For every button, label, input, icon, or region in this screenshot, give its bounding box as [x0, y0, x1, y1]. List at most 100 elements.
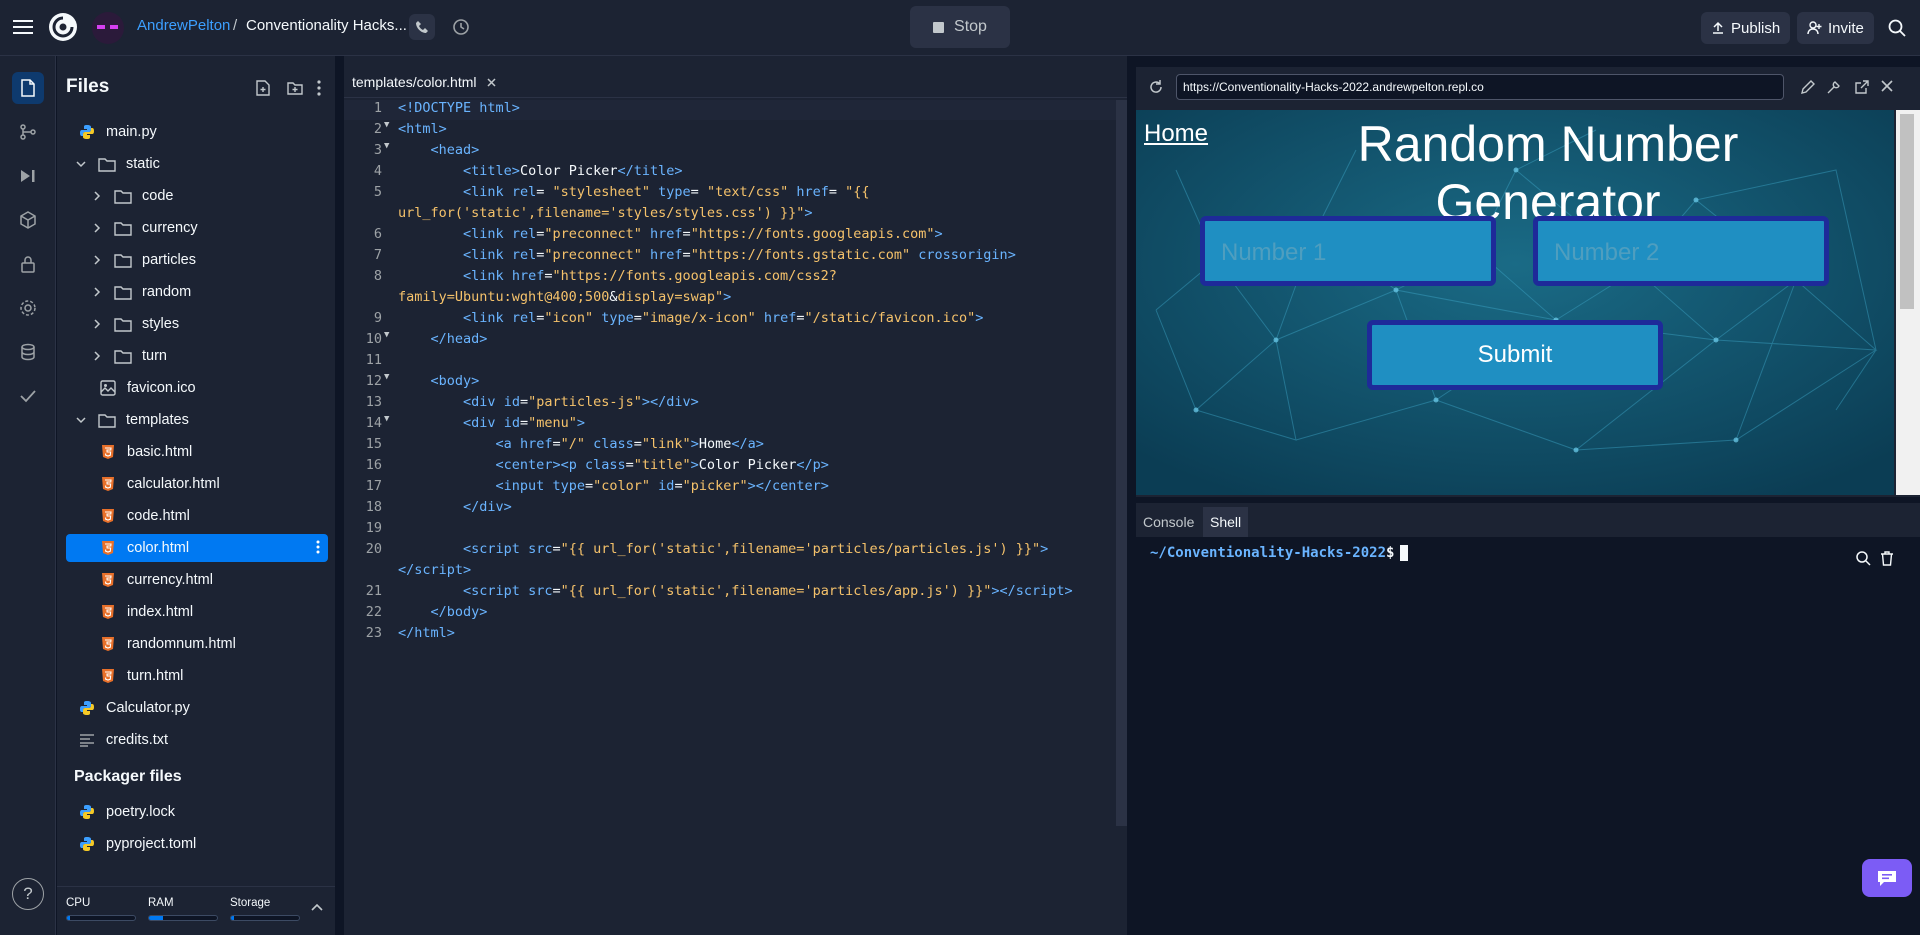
fold-arrow-icon[interactable]: ▼: [384, 330, 389, 340]
history-icon[interactable]: [450, 16, 472, 38]
code-line: <link rel="preconnect" href="https://fon…: [463, 247, 1016, 263]
file-tree-item[interactable]: random: [66, 278, 328, 306]
file-tree-item[interactable]: templates: [66, 406, 328, 434]
file-tree-item[interactable]: currency.html: [66, 566, 328, 594]
search-icon[interactable]: [1856, 551, 1871, 566]
avatar[interactable]: [92, 12, 124, 44]
edit-pencil-icon[interactable]: [1800, 79, 1816, 95]
resource-usage: CPU RAM Storage: [57, 886, 335, 935]
file-tree-item[interactable]: randomnum.html: [66, 630, 328, 658]
folder-icon: [114, 315, 132, 333]
terminal-cursor: [1400, 545, 1409, 561]
breadcrumb-user-link[interactable]: AndrewPelton: [137, 17, 230, 34]
fold-arrow-icon[interactable]: ▼: [384, 414, 389, 424]
chevron-down-icon[interactable]: [74, 157, 88, 171]
open-new-tab-icon[interactable]: [1854, 79, 1870, 95]
devtools-wrench-icon[interactable]: [1826, 79, 1842, 95]
site-home-link[interactable]: Home: [1144, 120, 1208, 148]
webview-scrollbar[interactable]: [1896, 110, 1920, 495]
file-tree-item[interactable]: basic.html: [66, 438, 328, 466]
file-tree-item[interactable]: styles: [66, 310, 328, 338]
packager-file-item[interactable]: pyproject.toml: [66, 830, 328, 858]
debugger-icon[interactable]: [12, 160, 44, 192]
shell-terminal[interactable]: ~/Conventionality-Hacks-2022$: [1136, 537, 1920, 935]
file-tree-item[interactable]: currency: [66, 214, 328, 242]
file-tree-item[interactable]: index.html: [66, 598, 328, 626]
file-tree-item[interactable]: color.html: [66, 534, 328, 562]
packages-icon[interactable]: [12, 204, 44, 236]
site-preview: Home Random Number Generator Number 1 Nu…: [1136, 110, 1894, 495]
file-tree-item[interactable]: turn.html: [66, 662, 328, 690]
file-tree-item[interactable]: particles: [66, 246, 328, 274]
file-tree-item[interactable]: code: [66, 182, 328, 210]
chevron-right-icon[interactable]: [90, 221, 104, 235]
publish-button[interactable]: Publish: [1701, 12, 1791, 44]
chevron-right-icon[interactable]: [90, 317, 104, 331]
file-tree-item[interactable]: code.html: [66, 502, 328, 530]
packager-files-title: Packager files: [74, 768, 182, 785]
file-tree-item[interactable]: calculator.html: [66, 470, 328, 498]
file-tree-item[interactable]: favicon.ico: [66, 374, 328, 402]
refresh-icon[interactable]: [1148, 79, 1164, 95]
help-icon[interactable]: ?: [12, 878, 44, 910]
chat-feedback-button[interactable]: [1862, 859, 1912, 897]
line-number: 10: [365, 331, 382, 347]
tab-shell[interactable]: Shell: [1203, 507, 1249, 537]
close-tab-icon[interactable]: [486, 77, 496, 87]
invite-button[interactable]: Invite: [1797, 12, 1874, 44]
chevron-right-icon[interactable]: [90, 349, 104, 363]
voice-call-icon[interactable]: [409, 14, 435, 40]
code-area[interactable]: 1 2 3 4 5 6 7 8 9 10 11 12 13 14 15 16 17 18 19 20 21 22 23 ▼ …: [344, 100, 1119, 880]
code-line: <div id="particles-js"></div>: [463, 394, 699, 410]
database-icon[interactable]: [12, 336, 44, 368]
git-branch-icon[interactable]: [12, 116, 44, 148]
url-input[interactable]: https://Conventionality-Hacks-2022.andre…: [1176, 74, 1784, 100]
chevron-down-icon[interactable]: [74, 413, 88, 427]
folder-icon: [98, 155, 116, 173]
code-line: </html>: [398, 625, 455, 641]
line-number: 17: [365, 478, 382, 494]
chevron-right-icon[interactable]: [90, 253, 104, 267]
secrets-lock-icon[interactable]: [12, 248, 44, 280]
tab-console[interactable]: Console: [1136, 507, 1201, 537]
repl-name[interactable]: Conventionality Hacks...: [246, 17, 407, 34]
file-tree-item[interactable]: Calculator.py: [66, 694, 328, 722]
file-tree-item[interactable]: main.py: [66, 118, 328, 146]
stop-button[interactable]: Stop: [910, 6, 1010, 48]
fold-arrow-icon[interactable]: ▼: [384, 372, 389, 382]
files-tool-icon[interactable]: [12, 72, 44, 104]
close-icon[interactable]: [1881, 80, 1893, 92]
editor-tab[interactable]: templates/color.html: [344, 66, 504, 98]
checkmark-icon[interactable]: [12, 380, 44, 412]
new-file-icon[interactable]: [253, 78, 273, 98]
editor-scrollbar[interactable]: [1116, 100, 1127, 826]
new-folder-icon[interactable]: [285, 78, 305, 98]
site-submit-button[interactable]: Submit: [1367, 320, 1663, 390]
chevron-right-icon[interactable]: [90, 189, 104, 203]
number2-input[interactable]: Number 2: [1533, 216, 1829, 286]
clear-trash-icon[interactable]: [1880, 551, 1894, 566]
code-line: url_for('static',filename='styles/styles…: [398, 205, 813, 221]
code-line: <!DOCTYPE html>: [398, 100, 520, 116]
chevron-right-icon[interactable]: [90, 285, 104, 299]
upload-icon: [1711, 21, 1725, 35]
storage-label: Storage: [230, 897, 271, 909]
folder-icon: [114, 283, 132, 301]
fold-arrow-icon[interactable]: ▼: [384, 141, 389, 151]
fold-arrow-icon[interactable]: ▼: [384, 120, 389, 130]
file-tree-item[interactable]: static: [66, 150, 328, 178]
number1-input[interactable]: Number 1: [1200, 216, 1496, 286]
search-icon[interactable]: [1885, 16, 1909, 40]
hamburger-menu-icon[interactable]: [12, 16, 34, 38]
more-options-icon[interactable]: [316, 540, 320, 554]
file-tree-item[interactable]: turn: [66, 342, 328, 370]
packager-file-item[interactable]: poetry.lock: [66, 798, 328, 826]
file-tree-item[interactable]: credits.txt: [66, 726, 328, 754]
image-icon: [99, 379, 117, 397]
more-options-icon[interactable]: [309, 78, 329, 98]
replit-logo-icon[interactable]: [47, 11, 79, 43]
chat-icon: [1876, 869, 1898, 887]
settings-gear-icon[interactable]: [12, 292, 44, 324]
chevron-up-icon[interactable]: [311, 903, 323, 911]
code-line: <script src="{{ url_for('static',filenam…: [463, 541, 1049, 557]
